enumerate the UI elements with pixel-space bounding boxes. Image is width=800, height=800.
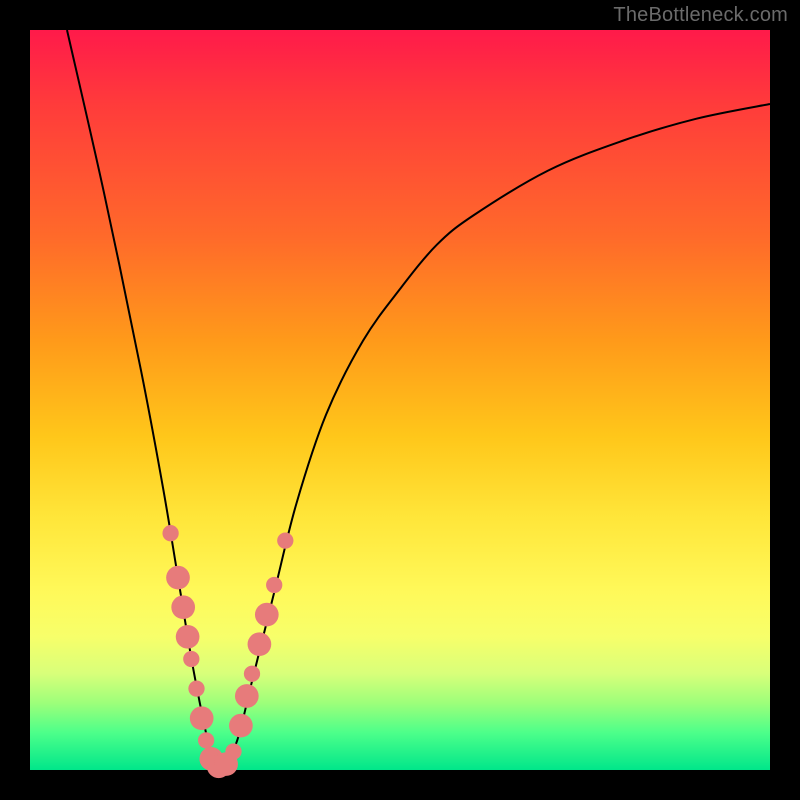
curve-marker <box>166 566 190 590</box>
watermark-text: TheBottleneck.com <box>613 4 788 27</box>
curve-marker <box>235 684 259 708</box>
chart-frame: TheBottleneck.com <box>0 0 800 800</box>
curve-svg <box>30 30 770 770</box>
curve-marker <box>171 595 195 619</box>
curve-marker <box>255 603 279 627</box>
curve-marker <box>248 632 272 656</box>
curve-marker <box>229 714 253 738</box>
curve-marker <box>162 525 178 541</box>
plot-area <box>30 30 770 770</box>
bottleneck-curve-path <box>67 30 770 774</box>
curve-marker <box>277 532 293 548</box>
curve-marker <box>225 743 241 759</box>
curve-marker <box>244 666 260 682</box>
curve-markers <box>162 525 293 778</box>
curve-marker <box>190 706 214 730</box>
curve-marker <box>176 625 200 649</box>
curve-marker <box>266 577 282 593</box>
curve-marker <box>183 651 199 667</box>
curve-marker <box>198 732 214 748</box>
curve-marker <box>188 680 204 696</box>
